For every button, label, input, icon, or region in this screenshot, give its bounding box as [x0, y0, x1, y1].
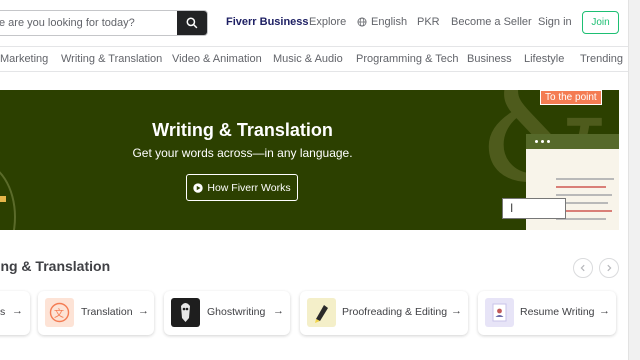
currency-selector[interactable]: PKR [417, 16, 440, 28]
hero-title: Writing & Translation [152, 120, 333, 140]
carousel-prev-button[interactable] [573, 258, 593, 278]
subcategory-label: Resume Writing [520, 306, 595, 318]
search-input[interactable] [0, 11, 177, 35]
subcategory-card[interactable]: s → [0, 291, 30, 335]
arrow-right-icon: → [451, 305, 462, 317]
how-fiverr-works-button[interactable]: How Fiverr Works [186, 174, 298, 201]
to-the-point-tag: To the point [540, 90, 602, 105]
join-button[interactable]: Join [582, 11, 619, 34]
become-seller-link[interactable]: Become a Seller [451, 16, 532, 28]
category-item[interactable]: Video & Animation [172, 53, 262, 65]
subcategory-card[interactable]: Resume Writing → [478, 291, 616, 335]
category-item[interactable]: Music & Audio [273, 53, 343, 65]
page-scrollbar[interactable] [628, 0, 640, 360]
search-bar [0, 10, 208, 36]
explore-link[interactable]: Explore [309, 16, 346, 28]
arrow-right-icon: → [599, 305, 610, 317]
category-item[interactable]: Business [467, 53, 512, 65]
document-toolbar [526, 134, 619, 149]
subcategory-label: s [0, 306, 6, 318]
document-line [556, 186, 606, 188]
arrow-right-icon: → [273, 305, 284, 317]
play-icon [193, 182, 204, 193]
language-selector[interactable]: English [357, 16, 407, 28]
how-fiverr-works-label: How Fiverr Works [207, 181, 291, 194]
subcategory-card[interactable]: Ghostwriting → [164, 291, 290, 335]
arrow-right-icon: → [138, 305, 149, 317]
language-label: English [371, 16, 408, 28]
translation-icon: 文 [45, 298, 74, 327]
arrow-right-icon: → [12, 305, 23, 317]
category-item[interactable]: Programming & Tech [356, 53, 459, 65]
ghostwriting-icon [171, 298, 200, 327]
search-button[interactable] [177, 11, 207, 35]
proofreading-icon [307, 298, 336, 327]
svg-text:文: 文 [54, 307, 64, 320]
category-item[interactable]: Lifestyle [524, 53, 564, 65]
category-item[interactable]: Writing & Translation [61, 53, 162, 65]
search-icon [186, 17, 198, 29]
chevron-left-icon [580, 264, 585, 272]
carousel-next-button[interactable] [599, 258, 619, 278]
category-item[interactable]: Marketing [0, 53, 48, 65]
category-menu: Marketing Writing & Translation Video & … [0, 46, 640, 72]
fiverr-business-link[interactable]: Fiverr Business [226, 16, 309, 28]
document-line [556, 194, 612, 196]
text-cursor-icon: I [510, 201, 514, 215]
text-cursor-box: I [502, 198, 566, 219]
chevron-right-icon [607, 264, 612, 272]
decorative-dot [0, 196, 6, 202]
subcategory-card[interactable]: 文 Translation → [38, 291, 154, 335]
top-header: Fiverr Business Explore English PKR Beco… [0, 0, 640, 46]
subcategory-label: Proofreading & Editing [342, 306, 448, 318]
subcategory-label: Translation [81, 306, 133, 318]
section-title: iting & Translation [0, 258, 111, 274]
sign-in-link[interactable]: Sign in [538, 16, 572, 28]
category-item[interactable]: Trending [580, 53, 623, 65]
globe-icon [357, 17, 367, 27]
hero-banner: & Writing & Translation Get your words a… [0, 90, 619, 230]
hero-subtitle: Get your words across—in any language. [132, 146, 353, 160]
document-line [556, 178, 614, 180]
subcategory-card[interactable]: Proofreading & Editing → [300, 291, 468, 335]
subcategory-label: Ghostwriting [207, 306, 266, 318]
resume-icon [485, 298, 514, 327]
